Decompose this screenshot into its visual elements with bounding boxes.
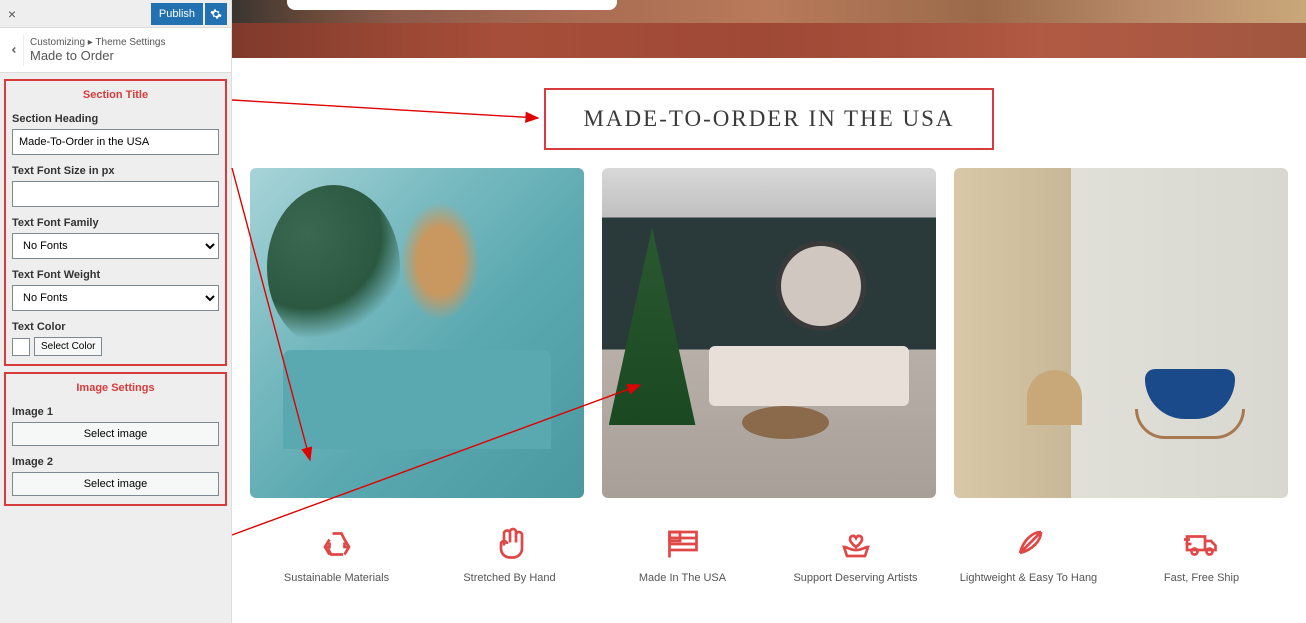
back-button[interactable] (4, 34, 24, 66)
panel-title: Section Title (12, 89, 219, 101)
publish-button[interactable]: Publish (151, 3, 203, 25)
preview-section-title: MADE-TO-ORDER IN THE USA (556, 106, 982, 132)
feature-label: Fast, Free Ship (1115, 572, 1288, 584)
feature-label: Lightweight & Easy To Hang (942, 572, 1115, 584)
feature-label: Made In The USA (596, 572, 769, 584)
chevron-left-icon (9, 45, 19, 55)
breadcrumb: Customizing ▸ Theme Settings Made to Ord… (0, 28, 231, 73)
feature-label: Stretched By Hand (423, 572, 596, 584)
font-family-select[interactable]: No Fonts (12, 233, 219, 259)
sidebar-top-bar: × Publish (0, 0, 231, 28)
font-size-input[interactable] (12, 181, 219, 207)
image-card-1 (250, 168, 584, 498)
settings-gear-button[interactable] (205, 3, 227, 25)
font-weight-label: Text Font Weight (12, 269, 219, 281)
hero-image-strip (232, 0, 1306, 58)
font-family-label: Text Font Family (12, 217, 219, 229)
select-image1-button[interactable]: Select image (12, 422, 219, 446)
section-heading-label: Section Heading (12, 113, 219, 125)
preview-pane: MADE-TO-ORDER IN THE USA Sustainable Mat… (232, 0, 1306, 623)
section-title-panel: Section Title Section Heading Text Font … (4, 79, 227, 366)
select-image2-button[interactable]: Select image (12, 472, 219, 496)
features-row: Sustainable Materials Stretched By Hand … (232, 498, 1306, 584)
image-card-2 (602, 168, 936, 498)
recycle-icon (319, 526, 355, 562)
image2-label: Image 2 (12, 456, 219, 468)
feather-icon (1011, 526, 1047, 562)
feature-stretched: Stretched By Hand (423, 526, 596, 584)
breadcrumb-title: Made to Order (30, 48, 165, 63)
feature-shipping: Fast, Free Ship (1115, 526, 1288, 584)
feature-label: Support Deserving Artists (769, 572, 942, 584)
feature-usa: Made In The USA (596, 526, 769, 584)
gear-icon (210, 8, 222, 20)
feature-sustainable: Sustainable Materials (250, 526, 423, 584)
font-size-label: Text Font Size in px (12, 165, 219, 177)
font-weight-select[interactable]: No Fonts (12, 285, 219, 311)
close-button[interactable]: × (0, 2, 24, 26)
feature-lightweight: Lightweight & Easy To Hang (942, 526, 1115, 584)
preview-section-title-box: MADE-TO-ORDER IN THE USA (544, 88, 994, 150)
truck-icon (1184, 526, 1220, 562)
hand-icon (492, 526, 528, 562)
feature-artists: Support Deserving Artists (769, 526, 942, 584)
color-swatch[interactable] (12, 338, 30, 356)
breadcrumb-path: Customizing ▸ Theme Settings (30, 37, 165, 48)
heart-hands-icon (838, 526, 874, 562)
flag-icon (665, 526, 701, 562)
image1-label: Image 1 (12, 406, 219, 418)
image-settings-panel: Image Settings Image 1 Select image Imag… (4, 372, 227, 506)
select-color-button[interactable]: Select Color (34, 337, 102, 356)
customizer-sidebar: × Publish Customizing ▸ Theme Settings M… (0, 0, 232, 623)
panel-title: Image Settings (12, 382, 219, 394)
section-heading-input[interactable] (12, 129, 219, 155)
image-card-3 (954, 168, 1288, 498)
text-color-label: Text Color (12, 321, 219, 333)
hero-card (287, 0, 617, 10)
image-cards-row (232, 168, 1306, 498)
feature-label: Sustainable Materials (250, 572, 423, 584)
